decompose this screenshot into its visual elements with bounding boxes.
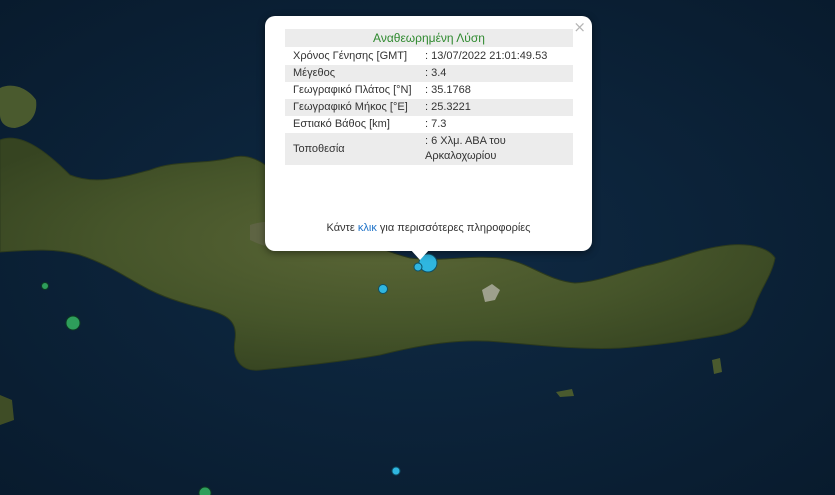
table-row: Γεωγραφικό Μήκος [°E] : 25.3221	[285, 99, 573, 116]
row-label: Εστιακό Βάθος [km]	[293, 118, 390, 130]
earthquake-info-table: Χρόνος Γένησης [GMT] : 13/07/2022 21:01:…	[285, 48, 573, 165]
more-info-line: Κάντε κλικ για περισσότερες πληροφορίες	[265, 222, 592, 234]
row-value: : 6 Χλμ. ΑΒΑ του Αρκαλοχωρίου	[419, 133, 573, 165]
quake-marker-small[interactable]	[413, 262, 423, 272]
quake-marker-green-small[interactable]	[41, 282, 49, 290]
quake-marker-small[interactable]	[378, 284, 388, 294]
table-row: Τοποθεσία : 6 Χλμ. ΑΒΑ του Αρκαλοχωρίου	[285, 133, 573, 165]
row-value: : 25.3221	[419, 99, 573, 116]
quake-marker-south[interactable]	[391, 466, 401, 476]
table-row: Εστιακό Βάθος [km] : 7.3	[285, 116, 573, 133]
row-value: : 13/07/2022 21:01:49.53	[425, 50, 548, 62]
row-label: Χρόνος Γένησης [GMT]	[293, 50, 408, 62]
earthquake-popup: × Αναθεωρημένη Λύση Χρόνος Γένησης [GMT]…	[265, 16, 592, 251]
popup-pointer	[410, 249, 430, 260]
row-label: Γεωγραφικό Μήκος [°E]	[285, 99, 419, 116]
row-value: : 7.3	[425, 118, 447, 130]
table-row: Γεωγραφικό Πλάτος [°N] : 35.1768	[285, 82, 573, 99]
quake-marker-bottom[interactable]	[198, 486, 212, 495]
row-label: Τοποθεσία	[285, 133, 419, 165]
row-label: Μέγεθος	[285, 65, 419, 82]
more-info-link[interactable]: κλικ	[358, 222, 377, 234]
table-row: Χρόνος Γένησης [GMT] : 13/07/2022 21:01:…	[285, 48, 573, 65]
row-value: : 35.1768	[425, 84, 471, 96]
close-icon[interactable]: ×	[573, 19, 586, 35]
more-info-prefix: Κάντε	[326, 222, 358, 234]
row-value: : 3.4	[419, 65, 573, 82]
popup-title: Αναθεωρημένη Λύση	[285, 29, 573, 47]
quake-marker-green-large[interactable]	[65, 315, 81, 331]
more-info-suffix: για περισσότερες πληροφορίες	[376, 222, 531, 234]
table-row: Μέγεθος : 3.4	[285, 65, 573, 82]
row-label: Γεωγραφικό Πλάτος [°N]	[293, 84, 412, 96]
